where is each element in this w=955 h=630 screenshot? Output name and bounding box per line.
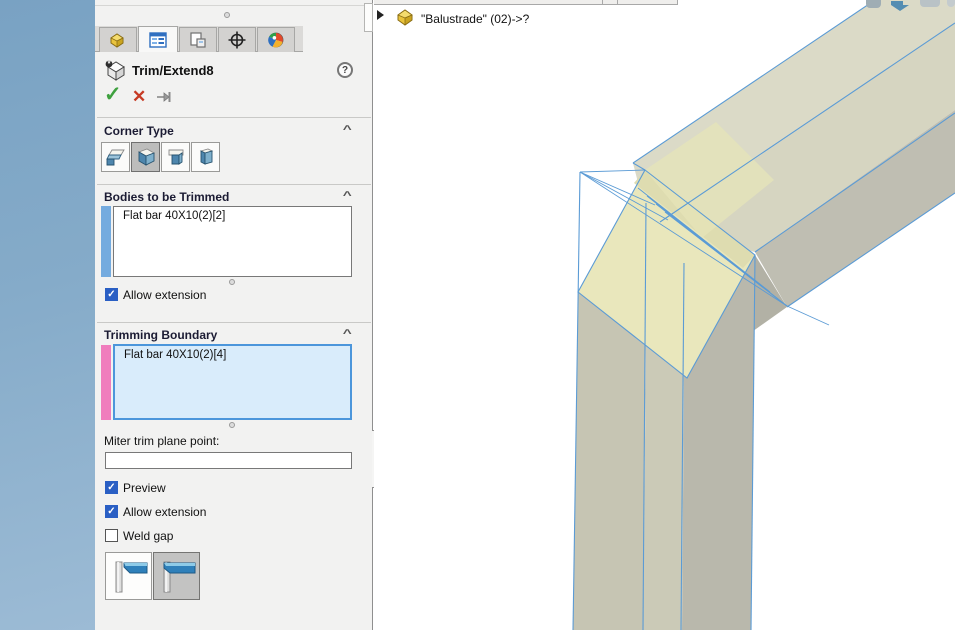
corner-type-end-trim-button[interactable]	[101, 142, 130, 172]
toolbar-sliver	[374, 0, 678, 5]
pin-icon[interactable]	[157, 90, 175, 104]
chevron-up-icon[interactable]: ^	[343, 124, 352, 136]
vertical-bar-mid-face	[643, 346, 684, 630]
corner-type-end-butt1-button[interactable]	[161, 142, 190, 172]
trim-flag-flush-icon	[163, 561, 195, 593]
allow-extension-checkbox-1[interactable]: ✓	[105, 288, 118, 301]
tab-dimxpertmanager[interactable]	[218, 27, 256, 52]
panel-corner-box	[364, 3, 373, 32]
bodies-header[interactable]: Bodies to be Trimmed	[104, 190, 229, 204]
dimxpert-icon	[228, 31, 246, 49]
toolbar-divider	[617, 0, 618, 5]
chevron-up-icon[interactable]: ^	[343, 190, 352, 202]
panel-resize-grip[interactable]	[224, 12, 230, 18]
weld-gap-label: Weld gap	[123, 529, 174, 543]
trim-option-button-2[interactable]	[153, 552, 200, 600]
list-item[interactable]: Flat bar 40X10(2)[2]	[123, 210, 351, 222]
section-divider	[97, 322, 371, 323]
headsup-partial-icon[interactable]	[920, 0, 940, 7]
allow-extension-label-1: Allow extension	[123, 288, 207, 302]
model-canvas[interactable]	[374, 0, 955, 630]
headsup-arrow-icon[interactable]	[889, 0, 911, 11]
end-butt1-icon	[168, 149, 183, 165]
help-icon[interactable]: ?	[337, 62, 353, 78]
part-icon	[397, 9, 413, 26]
bodies-selection-color-bar	[101, 206, 111, 277]
list-item[interactable]: Flat bar 40X10(2)[4]	[124, 349, 350, 361]
ok-check-icon[interactable]: ✓	[104, 84, 122, 105]
tab-displaymanager[interactable]	[257, 27, 295, 52]
boundary-selection-color-bar	[101, 345, 111, 420]
tab-configurationmanager[interactable]	[179, 27, 217, 52]
allow-extension-label-2: Allow extension	[123, 505, 207, 519]
property-manager-icon	[149, 31, 167, 48]
solidworks-window: * Trim/Extend8 ? ✓ ✕ Corner Type ^ Bodie…	[0, 0, 955, 630]
configuration-icon	[190, 32, 206, 48]
cancel-x-icon[interactable]: ✕	[132, 88, 146, 106]
section-divider	[97, 117, 371, 118]
tab-featuremanager[interactable]	[99, 27, 137, 52]
left-background-strip	[0, 0, 95, 630]
preview-checkbox[interactable]: ✓	[105, 481, 118, 494]
allow-extension-checkbox-2[interactable]: ✓	[105, 505, 118, 518]
miter-point-label: Miter trim plane point:	[104, 434, 220, 448]
bodies-selection-listbox[interactable]: Flat bar 40X10(2)[2]	[113, 206, 352, 277]
end-trim-icon	[105, 149, 125, 166]
corner-type-end-butt2-button[interactable]	[191, 142, 220, 172]
trim-extend-feature-icon: *	[105, 60, 125, 81]
toolbar-divider	[602, 0, 603, 5]
trim-option-button-1[interactable]	[105, 552, 152, 600]
manager-tab-bar	[95, 26, 303, 52]
display-manager-icon	[268, 32, 284, 48]
flyout-part-name[interactable]: "Balustrade" (02)->?	[421, 12, 529, 26]
listbox-resize-grip[interactable]	[229, 279, 235, 285]
chevron-up-icon[interactable]: ^	[343, 328, 352, 340]
preview-label: Preview	[123, 481, 166, 495]
section-divider	[97, 184, 371, 185]
feature-title: Trim/Extend8	[132, 63, 214, 78]
tab-propertymanager[interactable]	[138, 26, 178, 52]
trimming-boundary-header[interactable]: Trimming Boundary	[104, 328, 217, 342]
flyout-expand-arrow[interactable]	[377, 10, 384, 20]
trim-flag-offset-icon	[115, 561, 147, 593]
panel-top-divider	[95, 5, 373, 6]
corner-type-end-miter-button[interactable]	[131, 142, 160, 172]
listbox-resize-grip[interactable]	[229, 422, 235, 428]
part-icon	[110, 33, 124, 48]
headsup-partial-icon[interactable]	[866, 0, 881, 8]
miter-point-input[interactable]	[105, 452, 352, 469]
corner-type-header[interactable]: Corner Type	[104, 124, 174, 138]
vertical-bar-left-face	[573, 292, 646, 630]
boundary-selection-listbox[interactable]: Flat bar 40X10(2)[4]	[113, 344, 352, 420]
end-butt2-icon	[199, 148, 213, 165]
weld-gap-checkbox[interactable]	[105, 529, 118, 542]
end-miter-icon	[137, 148, 155, 166]
